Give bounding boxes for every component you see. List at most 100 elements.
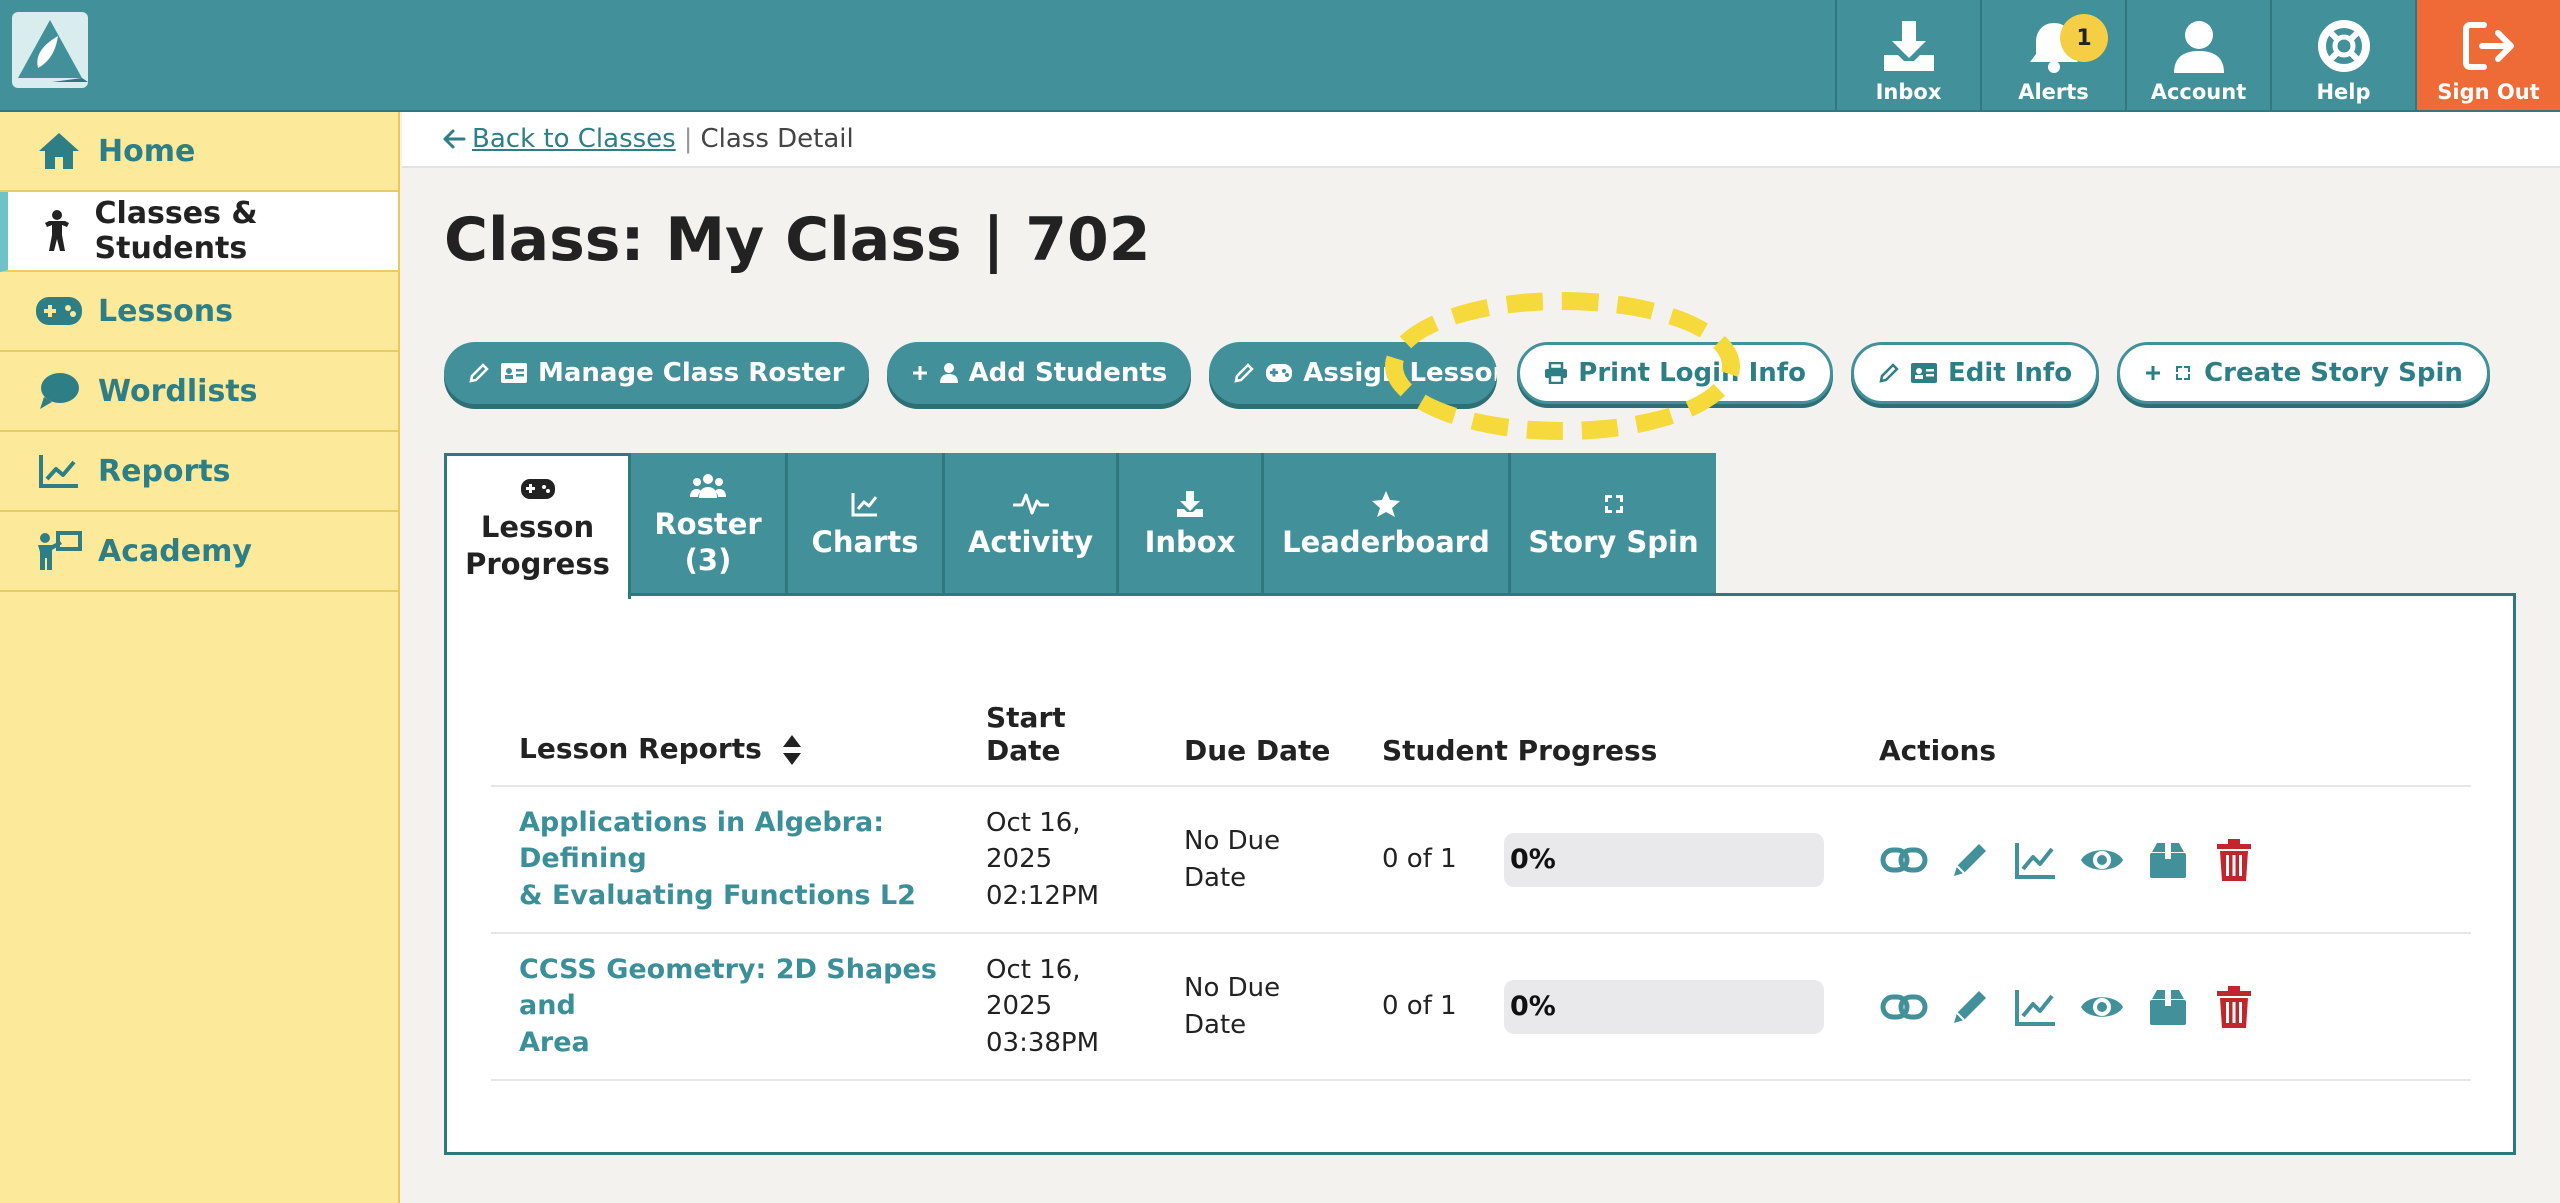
app-logo[interactable] [12,12,88,88]
sidebar-item-label: Home [98,133,196,169]
help-nav-button[interactable]: Help [2270,0,2415,110]
sidebar-item-wordlists[interactable]: Wordlists [0,352,398,432]
id-card-icon [500,362,528,384]
sort-icon[interactable] [782,733,802,767]
sign-out-button[interactable]: Sign Out [2415,0,2560,110]
id-card-icon [1910,362,1938,384]
chart-line-icon[interactable] [2011,835,2061,885]
sidebar-item-label: Reports [98,453,231,489]
lesson-link[interactable]: CCSS Geometry: 2D Shapes and Area [519,954,937,1058]
due-date-line: No Due [1184,973,1281,1004]
tab-label: Roster [654,506,762,541]
actions-cell [1879,786,2471,934]
actions-cell [1879,933,2471,1081]
assign-lesson-label: Assign Lesson [1303,358,1498,388]
back-to-classes-label: Back to Classes [472,124,676,154]
tab-label: Leaderboard [1282,524,1490,559]
edit-info-button[interactable]: Edit Info [1850,342,2100,404]
tab-story-spin[interactable]: Story Spin [1511,453,1716,595]
progress-cell: 0 of 1 0% [1382,786,1879,934]
manage-class-roster-label: Manage Class Roster [538,358,845,388]
inbox-nav-button[interactable]: Inbox [1835,0,1980,110]
sidebar-item-label: Lessons [98,293,233,329]
pencil-icon[interactable] [1945,982,1995,1032]
sidebar-item-home[interactable]: Home [0,112,398,192]
print-login-info-button[interactable]: Print Login Info [1517,342,1833,404]
column-header-start-date: Start Date [986,676,1184,787]
eye-icon[interactable] [2077,835,2127,885]
tab-lesson-progress[interactable]: Lesson Progress [444,453,631,599]
breadcrumb-current: Class Detail [700,124,854,154]
column-header-label: Start [986,701,1066,734]
create-story-spin-label: Create Story Spin [2204,358,2463,388]
gamepad-icon [520,473,556,505]
spin-icon [2172,362,2194,384]
eye-icon[interactable] [2077,982,2127,1032]
due-date-line: No Due [1184,826,1281,857]
progress-bar: 0% [1504,979,1824,1034]
lesson-title-line: & Evaluating Functions L2 [519,879,916,911]
tab-roster[interactable]: Roster (3) [631,453,788,595]
home-icon [34,126,84,176]
column-header-label: Lesson Reports [519,732,762,765]
sidebar: Home Classes & Students Lessons Wordlist… [0,112,400,1203]
column-header-due-date: Due Date [1184,676,1382,787]
pencil-icon[interactable] [1945,835,1995,885]
pencil-icon [1233,362,1255,384]
trash-icon[interactable] [2209,835,2259,885]
sidebar-item-academy[interactable]: Academy [0,512,398,592]
page-title: Class: My Class | 702 [444,205,1151,275]
tab-inbox[interactable]: Inbox [1119,453,1264,595]
lesson-title-line: CCSS Geometry: 2D Shapes and [519,953,937,1022]
row-actions [1879,835,2471,885]
tab-charts[interactable]: Charts [788,453,945,595]
sidebar-item-reports[interactable]: Reports [0,432,398,512]
create-story-spin-button[interactable]: Create Story Spin [2117,342,2490,404]
progress-bar: 0% [1504,832,1824,887]
start-date-line: Oct 16, [986,807,1081,838]
gamepad-icon [1265,363,1293,383]
chart-line-icon[interactable] [2011,982,2061,1032]
link-icon[interactable] [1879,835,1929,885]
plus-icon [911,364,929,382]
progress-wrap: 0 of 1 0% [1382,832,1879,887]
sidebar-item-classes-students[interactable]: Classes & Students [0,192,398,272]
back-to-classes-link[interactable]: Back to Classes [442,124,676,154]
lesson-link[interactable]: Applications in Algebra: Defining & Evalu… [519,807,916,911]
chart-line-icon [34,446,84,496]
sidebar-item-lessons[interactable]: Lessons [0,272,398,352]
inbox-nav-label: Inbox [1875,80,1942,104]
life-ring-icon [2312,14,2376,78]
start-date-cell: Oct 16, 2025 03:38PM [986,933,1184,1081]
sign-out-icon [2457,14,2521,78]
trash-icon[interactable] [2209,982,2259,1032]
alerts-nav-button[interactable]: 1 Alerts [1980,0,2125,110]
due-date-line: Date [1184,862,1247,893]
column-header-lesson-reports[interactable]: Lesson Reports [491,676,986,787]
account-nav-button[interactable]: Account [2125,0,2270,110]
star-icon [1371,488,1401,520]
start-date-line: 02:12PM [986,880,1100,911]
link-icon[interactable] [1879,982,1929,1032]
due-date-line: Date [1184,1009,1247,1040]
column-header-student-progress: Student Progress [1382,676,1879,787]
archive-box-icon[interactable] [2143,982,2193,1032]
breadcrumb-separator: | [683,124,693,154]
tab-leaderboard[interactable]: Leaderboard [1264,453,1511,595]
lesson-reports-table: Lesson Reports Start Date Due Date Stude… [491,676,2471,1081]
assign-lesson-button[interactable]: Assign Lesson [1209,342,1498,404]
help-nav-label: Help [2316,80,2371,104]
start-date-line: Oct 16, [986,954,1081,985]
add-students-button[interactable]: Add Students [886,342,1192,404]
printer-icon [1544,362,1568,384]
tab-activity[interactable]: Activity [945,453,1119,595]
start-date-line: 2025 [986,844,1053,875]
spin-icon [1601,488,1627,520]
column-header-actions: Actions [1879,676,2471,787]
user-icon [2167,14,2231,78]
arrow-left-icon [443,129,466,149]
start-date-line: 03:38PM [986,1027,1100,1058]
manage-class-roster-button[interactable]: Manage Class Roster [444,342,869,404]
table-row: Applications in Algebra: Defining & Evalu… [491,786,2471,934]
archive-box-icon[interactable] [2143,835,2193,885]
